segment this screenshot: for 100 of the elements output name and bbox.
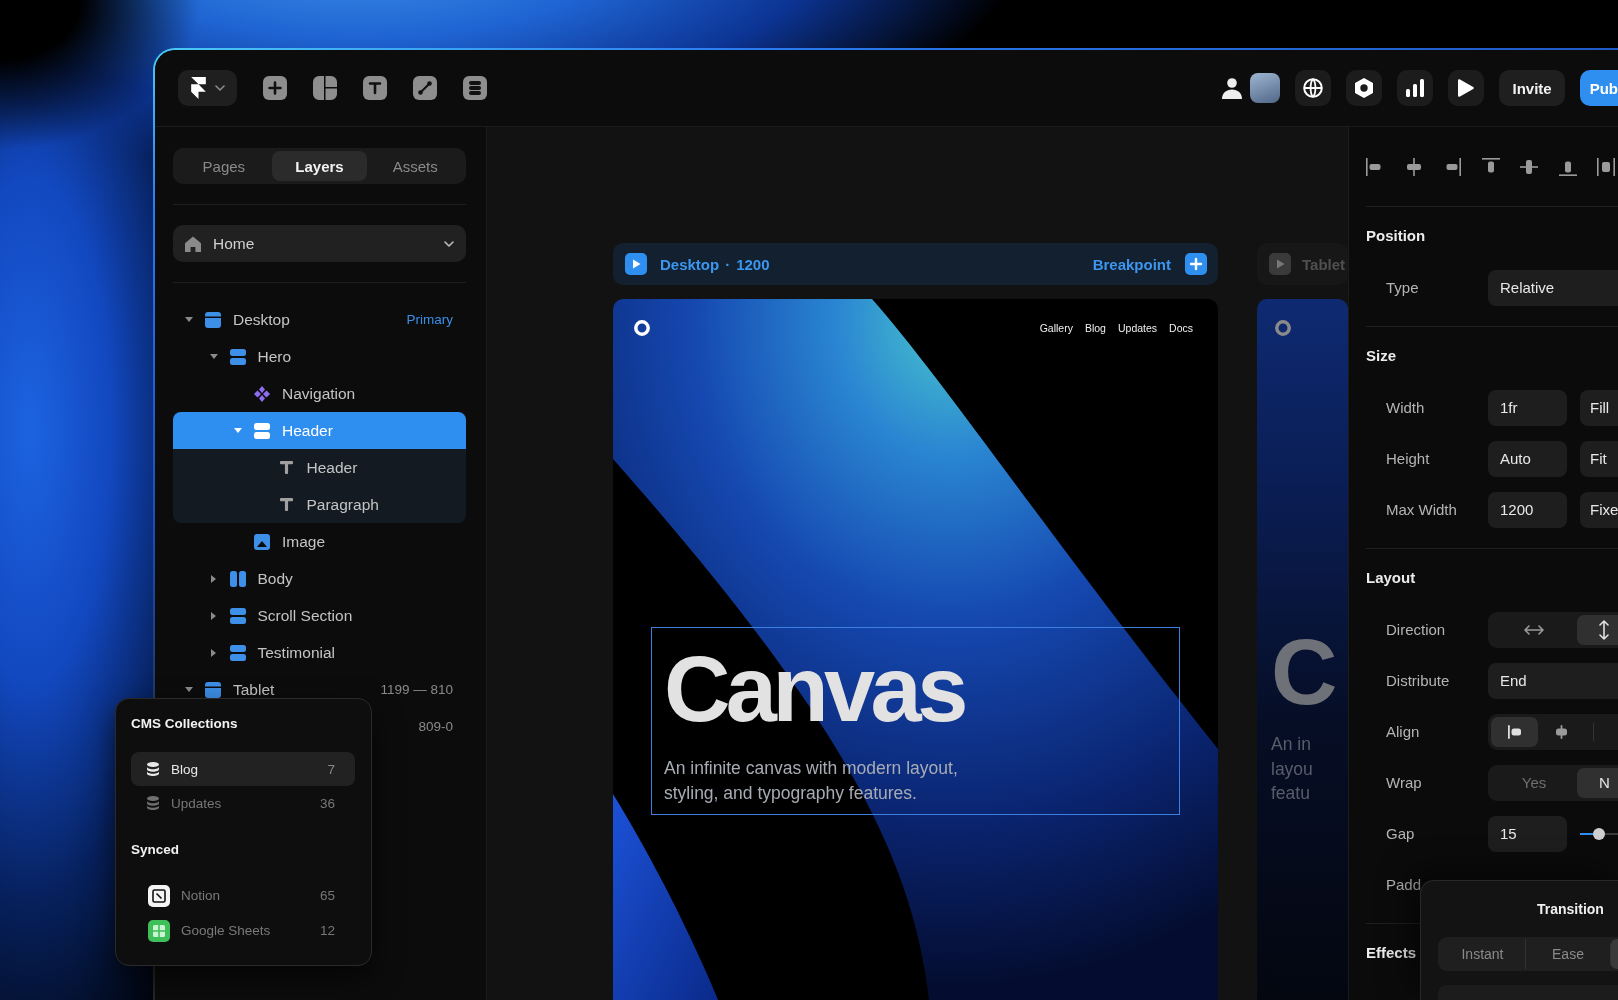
analytics-button[interactable] — [1397, 70, 1434, 106]
collection-item[interactable]: Updates 36 — [131, 786, 355, 820]
value-field[interactable]: 1fr — [1488, 389, 1567, 426]
property-label: Height — [1386, 450, 1431, 467]
segment-option[interactable]: N — [1577, 767, 1618, 798]
globe-icon — [1303, 78, 1324, 98]
site-nav-link[interactable]: Gallery — [1039, 322, 1073, 334]
menu-button[interactable] — [178, 70, 237, 106]
item-count: 12 — [319, 923, 335, 938]
layer-row[interactable]: Image — [173, 523, 466, 560]
caret-down-icon[interactable] — [185, 687, 193, 692]
text-icon — [280, 498, 293, 511]
hexagon-icon — [1355, 78, 1374, 98]
chevron-down-icon — [444, 240, 454, 247]
segment-option[interactable]: Yes — [1491, 767, 1577, 798]
frame-title: Desktop · 1200 — [660, 255, 770, 273]
invite-button[interactable]: Invite — [1499, 70, 1565, 106]
mode-select[interactable]: Fit — [1580, 440, 1618, 477]
layer-row[interactable]: Navigation — [173, 375, 466, 412]
caret-right-icon[interactable] — [211, 648, 216, 657]
layer-row[interactable]: Header — [173, 449, 466, 486]
collection-item[interactable]: Blog 7 — [131, 752, 355, 786]
chevron-down-icon — [214, 85, 225, 91]
layer-row[interactable]: Scroll Section — [173, 597, 466, 634]
frame-icon — [205, 311, 221, 328]
layout-icon[interactable] — [313, 76, 337, 100]
stack-icon — [254, 422, 270, 439]
layer-row[interactable]: Desktop Primary — [173, 301, 466, 338]
mode-select[interactable]: Fixe — [1580, 491, 1618, 528]
arrows-vertical-icon — [1599, 619, 1609, 640]
property-label: Padd — [1386, 876, 1423, 893]
select-field[interactable]: End — [1488, 662, 1618, 699]
line-tool-icon[interactable] — [413, 76, 437, 100]
align-center-icon[interactable] — [1404, 157, 1423, 176]
property-label: Wrap — [1386, 774, 1423, 791]
page-select[interactable]: Home — [173, 225, 466, 262]
layer-row[interactable]: Tablet 1199 — 810 — [173, 671, 466, 708]
slider-thumb[interactable] — [1593, 827, 1605, 840]
value-field[interactable]: Auto — [1488, 440, 1567, 477]
layer-row[interactable]: Hero — [173, 338, 466, 375]
segment-option[interactable] — [1491, 716, 1538, 747]
globe-button[interactable] — [1295, 70, 1332, 106]
site-nav-link[interactable]: Blog — [1084, 322, 1106, 334]
avatar-placeholder[interactable] — [1250, 73, 1281, 103]
bar-chart-icon — [1406, 79, 1425, 97]
plus-icon[interactable] — [263, 76, 287, 100]
layer-row[interactable]: Paragraph — [173, 486, 466, 523]
add-breakpoint-button[interactable]: Breakpoint — [1092, 253, 1207, 275]
columns-icon — [229, 570, 246, 587]
layer-row[interactable]: Testimonial — [173, 634, 466, 671]
preview-button[interactable] — [1448, 70, 1485, 106]
home-icon — [185, 235, 201, 252]
hexagon-button[interactable] — [1346, 70, 1383, 106]
hero-heading: C — [1271, 626, 1335, 718]
layer-row[interactable]: Body — [173, 560, 466, 597]
synced-source-item[interactable]: Google Sheets 12 — [131, 913, 355, 948]
size-range-text: 1199 — 810 — [380, 682, 453, 697]
logo-icon — [190, 77, 206, 99]
mode-select[interactable]: Fill — [1580, 389, 1618, 426]
site-nav-link[interactable]: Updates — [1117, 322, 1158, 334]
select-field[interactable]: Relative — [1488, 269, 1618, 306]
frame-icon — [205, 681, 221, 698]
caret-down-icon[interactable] — [234, 428, 242, 433]
panel-tab[interactable]: Assets — [367, 151, 463, 181]
text-tool-icon[interactable] — [363, 76, 387, 100]
property-label: Direction — [1386, 621, 1447, 638]
panel-tab[interactable]: Layers — [271, 151, 368, 181]
plus-icon — [1185, 253, 1207, 275]
hero-paragraph: An in layou featu — [1271, 733, 1314, 805]
breakpoint-bar[interactable]: Desktop · 1200 Breakpoint — [613, 243, 1218, 285]
value-field[interactable]: 15 — [1488, 815, 1567, 852]
caret-right-icon[interactable] — [211, 574, 216, 583]
text-icon — [280, 461, 293, 474]
site-nav-link[interactable]: Docs — [1169, 322, 1193, 334]
framed-tile-icon — [148, 884, 170, 907]
transition-option[interactable]: Instant — [1440, 939, 1525, 969]
distribute-icon[interactable] — [1597, 157, 1615, 176]
play-icon[interactable] — [625, 253, 647, 275]
value-field[interactable]: 1200 — [1488, 491, 1567, 528]
align-top-icon[interactable] — [1481, 157, 1500, 176]
caret-down-icon[interactable] — [209, 354, 218, 359]
database-icon — [147, 796, 159, 810]
user-icon[interactable] — [1222, 77, 1243, 99]
align-start-icon — [1508, 724, 1521, 739]
property-label: Type — [1386, 279, 1420, 296]
section-heading: Effects — [1366, 943, 1417, 963]
database-icon[interactable] — [463, 76, 487, 100]
segment-option[interactable] — [1577, 614, 1618, 645]
align-middle-icon[interactable] — [1520, 157, 1538, 176]
panel-tab[interactable]: Pages — [176, 151, 272, 181]
section-heading: Synced — [131, 841, 180, 859]
grid-tile-icon — [148, 919, 170, 942]
caret-down-icon[interactable] — [185, 317, 193, 322]
caret-right-icon[interactable] — [211, 611, 216, 620]
stack-icon — [229, 607, 246, 624]
align-left-icon[interactable] — [1366, 157, 1384, 176]
component-icon — [254, 385, 270, 402]
property-label: Width — [1386, 399, 1426, 416]
section-heading: Layout — [1366, 568, 1416, 588]
synced-source-item[interactable]: Notion 65 — [131, 878, 355, 913]
